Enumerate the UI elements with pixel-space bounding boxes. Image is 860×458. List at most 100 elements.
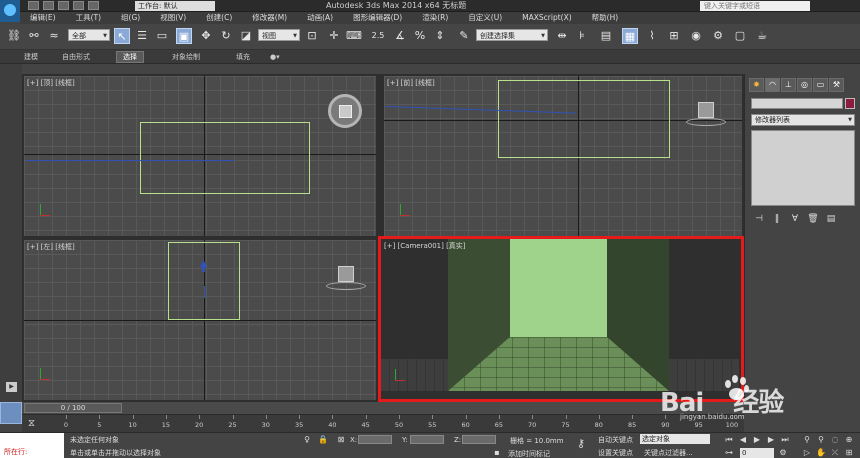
isolate-selection-icon[interactable]: ♀ <box>302 435 312 445</box>
modifier-stack[interactable] <box>751 130 855 206</box>
viewport-label[interactable]: [+] [Camera001] [真实] <box>384 241 466 251</box>
tab-object-paint[interactable]: 对象绘制 <box>172 52 200 62</box>
select-object-icon[interactable]: ↖ <box>114 28 130 44</box>
app-logo-icon[interactable] <box>0 0 20 22</box>
curve-editor-icon[interactable]: ⌇ <box>644 28 660 44</box>
schematic-view-icon[interactable]: ⊞ <box>666 28 682 44</box>
select-and-manipulate-icon[interactable]: ✛ <box>326 28 342 44</box>
set-key-button[interactable]: 设置关键点 <box>598 448 633 458</box>
menu-graph-editors[interactable]: 图形编辑器(D) <box>343 12 412 24</box>
viewport-label[interactable]: [+] [顶] [线框] <box>27 78 75 88</box>
current-frame-field[interactable]: 0 <box>740 448 774 458</box>
edit-named-selection-icon[interactable]: ✎ <box>456 28 472 44</box>
menu-maxscript[interactable]: MAXScript(X) <box>512 12 581 24</box>
motion-tab-icon[interactable]: ◎ <box>797 78 812 92</box>
viewport-top[interactable]: [+] [顶] [线框] <box>24 76 376 236</box>
rendered-frame-window-icon[interactable]: ▢ <box>732 28 748 44</box>
pan-icon[interactable]: ✋ <box>816 448 826 458</box>
select-and-scale-icon[interactable]: ◪ <box>238 28 254 44</box>
layer-manager-icon[interactable]: ▤ <box>598 28 614 44</box>
menu-edit[interactable]: 编辑(E) <box>20 12 66 24</box>
go-to-end-icon[interactable]: ⏭ <box>780 435 790 445</box>
selected-object-outline[interactable] <box>140 122 310 194</box>
zoom-extents-icon[interactable]: ⊕ <box>844 435 854 445</box>
configure-sets-icon[interactable]: ▤ <box>825 214 837 224</box>
snaps-toggle-icon[interactable]: 2.5 <box>370 28 386 44</box>
key-icon[interactable]: ⚷ <box>576 438 586 449</box>
menu-help[interactable]: 帮助(H) <box>582 12 629 24</box>
auto-key-button[interactable]: 自动关键点 <box>598 435 633 445</box>
viewport-camera[interactable]: [+] [Camera001] [真实] <box>378 236 744 402</box>
field-of-view-icon[interactable]: ▷ <box>802 448 812 458</box>
viewcube-icon[interactable] <box>328 94 362 128</box>
render-setup-icon[interactable]: ⚙ <box>710 28 726 44</box>
selection-filter-dropdown[interactable]: 全部 <box>68 29 110 42</box>
select-by-name-icon[interactable]: ☰ <box>134 28 150 44</box>
viewport-label[interactable]: [+] [左] [线框] <box>27 242 75 252</box>
selected-object-outline[interactable] <box>498 80 670 158</box>
add-time-tag-button[interactable]: 添加时间标记 <box>508 449 550 458</box>
layer-explorer-button[interactable] <box>0 402 22 424</box>
tab-freeform[interactable]: 自由形式 <box>62 52 90 62</box>
named-selection-sets-dropdown[interactable]: 创建选择集 <box>476 29 548 42</box>
render-production-icon[interactable]: ☕ <box>754 28 770 44</box>
time-slider-thumb[interactable]: 0 / 100 <box>24 403 122 413</box>
bind-to-space-warp-icon[interactable]: ≈ <box>46 28 62 44</box>
play-icon[interactable]: ▶ <box>752 435 762 445</box>
next-frame-icon[interactable]: ▶ <box>766 435 776 445</box>
menu-modifiers[interactable]: 修改器(M) <box>242 12 297 24</box>
redo-icon[interactable] <box>88 1 99 10</box>
menu-views[interactable]: 视图(V) <box>150 12 196 24</box>
expand-arrow-icon[interactable]: ▶ <box>6 382 17 392</box>
graphite-toolset-icon[interactable]: ▦ <box>622 28 638 44</box>
percent-snap-icon[interactable]: % <box>412 28 428 44</box>
mirror-icon[interactable]: ⇹ <box>554 28 570 44</box>
key-mode-dropdown[interactable]: 选定对象 <box>640 434 710 444</box>
window-crossing-icon[interactable]: ▣ <box>176 28 192 44</box>
workspace-dropdown[interactable]: 工作台: 默认 <box>135 1 215 11</box>
modify-tab-icon[interactable]: ◠ <box>765 78 780 92</box>
mini-curve-editor-icon[interactable]: ⧖ <box>28 418 35 429</box>
open-file-icon[interactable] <box>43 1 54 10</box>
z-coordinate-field[interactable] <box>462 435 496 444</box>
time-tag-icon[interactable]: ▪ <box>492 448 502 458</box>
spinner-snap-icon[interactable]: ⇕ <box>432 28 448 44</box>
create-tab-icon[interactable]: ✸ <box>749 78 764 92</box>
time-configuration-icon[interactable]: ⚙ <box>778 448 788 458</box>
utilities-tab-icon[interactable]: ⚒ <box>829 78 844 92</box>
select-and-link-icon[interactable]: ⛓ <box>6 28 22 44</box>
zoom-all-icon[interactable]: ⚲ <box>816 435 826 445</box>
x-coordinate-field[interactable] <box>358 435 392 444</box>
key-filters-button[interactable]: 关键点过滤器... <box>644 448 693 458</box>
viewport-front[interactable]: [+] [前] [线框] <box>384 76 742 236</box>
undo-icon[interactable] <box>73 1 84 10</box>
maximize-viewport-icon[interactable]: ⊞ <box>844 448 854 458</box>
menu-create[interactable]: 创建(C) <box>196 12 242 24</box>
previous-frame-icon[interactable]: ◀ <box>738 435 748 445</box>
show-end-result-icon[interactable]: ‖ <box>771 214 783 224</box>
tab-populate[interactable]: 填充 <box>236 52 250 62</box>
viewcube-icon[interactable] <box>338 266 354 282</box>
maxscript-listener[interactable]: 所在行: <box>0 433 64 458</box>
viewport-left[interactable]: [+] [左] [线框] <box>24 240 376 400</box>
tab-selection[interactable]: 选择 <box>116 51 144 63</box>
time-slider[interactable]: 0 / 100 <box>22 402 744 414</box>
pivot-center-icon[interactable]: ⊡ <box>304 28 320 44</box>
menu-animation[interactable]: 动画(A) <box>297 12 343 24</box>
pin-stack-icon[interactable]: ⊣ <box>753 214 765 224</box>
ribbon-options-icon[interactable]: ●▾ <box>270 52 280 62</box>
select-and-rotate-icon[interactable]: ↻ <box>218 28 234 44</box>
go-to-start-icon[interactable]: ⏮ <box>724 435 734 445</box>
y-coordinate-field[interactable] <box>410 435 444 444</box>
walk-through-icon[interactable]: ⤫ <box>830 448 840 458</box>
select-and-move-icon[interactable]: ✥ <box>198 28 214 44</box>
absolute-mode-icon[interactable]: ⊠ <box>336 435 346 445</box>
key-mode-toggle-icon[interactable]: ⊶ <box>724 448 734 458</box>
viewcube-icon[interactable] <box>698 102 714 118</box>
angle-snap-icon[interactable]: ∡ <box>392 28 408 44</box>
keyboard-shortcut-icon[interactable]: ⌨ <box>346 28 362 44</box>
remove-modifier-icon[interactable]: 🗑 <box>807 214 819 224</box>
material-editor-icon[interactable]: ◉ <box>688 28 704 44</box>
menu-customize[interactable]: 自定义(U) <box>458 12 512 24</box>
viewport-label[interactable]: [+] [前] [线框] <box>387 78 435 88</box>
